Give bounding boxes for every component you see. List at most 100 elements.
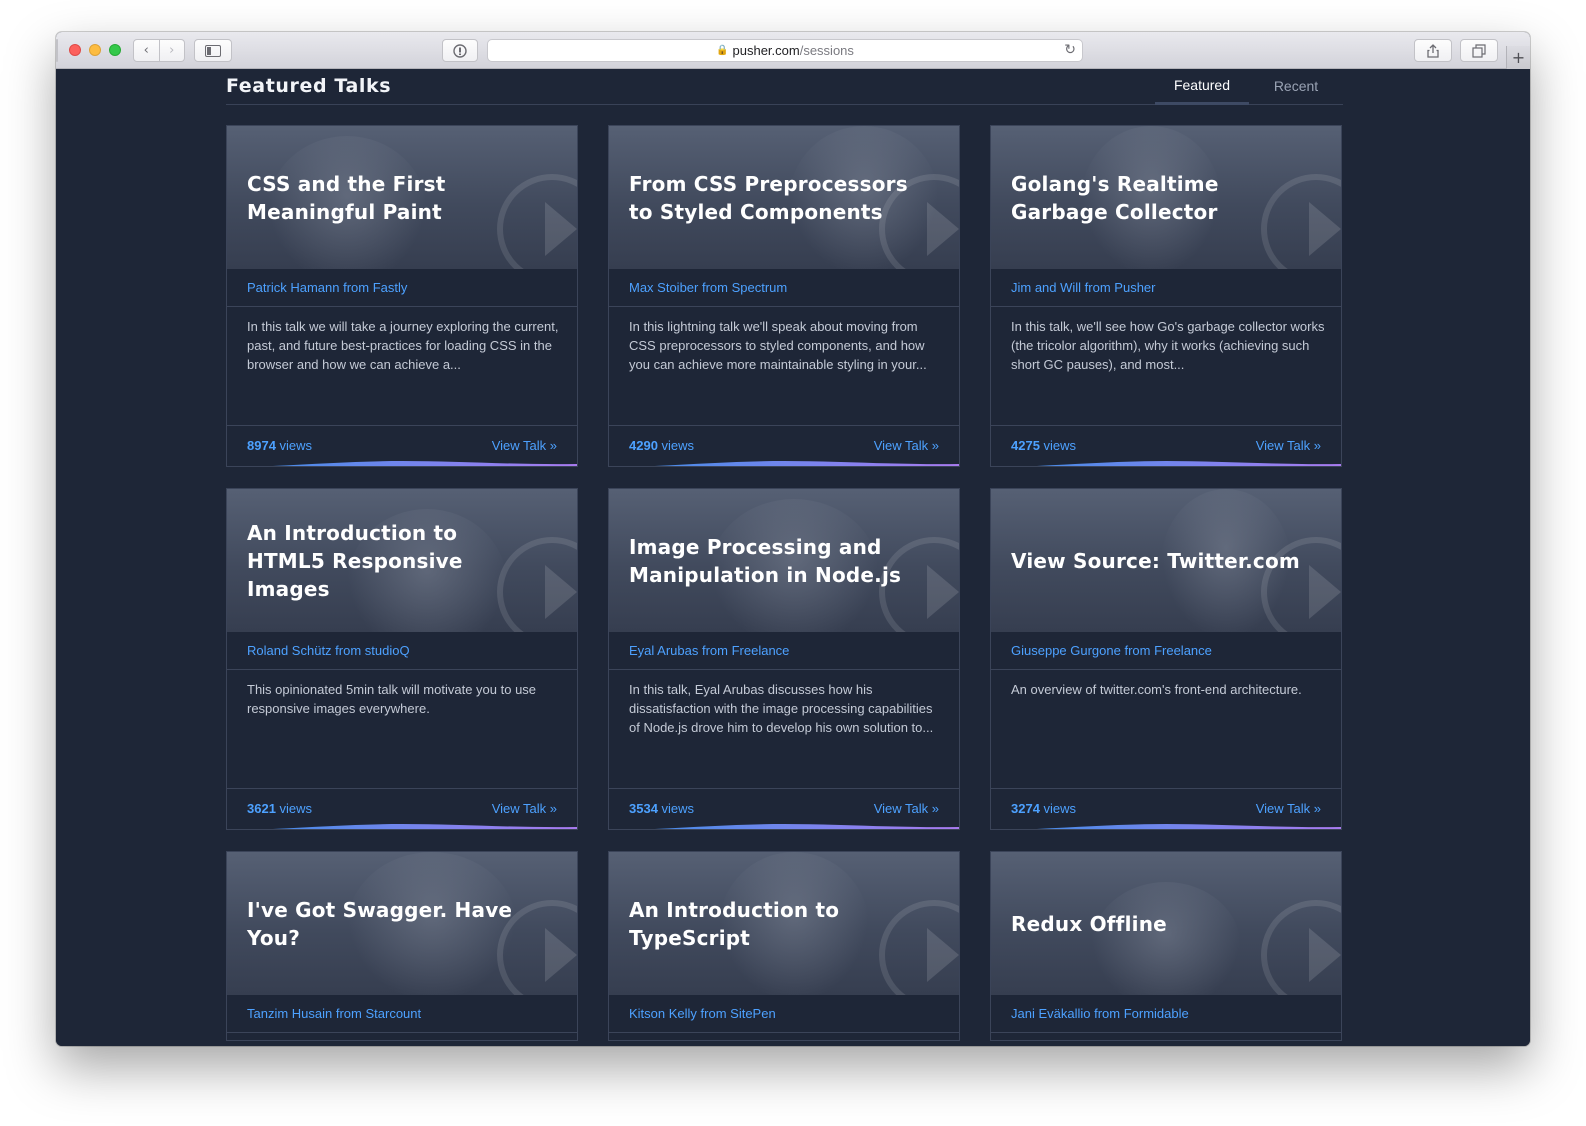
view-word: views <box>279 438 313 453</box>
play-triangle <box>1309 565 1341 619</box>
talk-speaker[interactable]: Roland Schütz from studioQ <box>227 632 577 670</box>
zoom-window-button[interactable] <box>109 44 121 56</box>
share-icon[interactable] <box>1414 39 1452 62</box>
talk-title: CSS and the First Meaningful Paint <box>247 171 446 224</box>
play-triangle <box>1309 928 1341 982</box>
play-triangle <box>927 565 959 619</box>
card-footer: 4275 views View Talk » <box>991 425 1341 466</box>
view-word: views <box>1043 438 1077 453</box>
view-number: 3621 <box>247 801 276 816</box>
talk-description: In this talk we will take a journey expl… <box>247 319 559 372</box>
talk-thumbnail[interactable]: I've Got Swagger. Have You? <box>227 852 577 995</box>
talk-speaker[interactable]: Giuseppe Gurgone from Freelance <box>991 632 1341 670</box>
chevron-right-icon[interactable]: › <box>159 39 185 62</box>
talk-thumbnail[interactable]: An Introduction to TypeScript <box>609 852 959 995</box>
share-icon[interactable] <box>56 39 58 62</box>
talk-description: This opinionated 5min talk will motivate… <box>247 682 537 716</box>
card-footer: 3274 views View Talk » <box>991 788 1341 829</box>
view-talk-link[interactable]: View Talk » <box>492 801 557 816</box>
url-path: /sessions <box>799 43 854 58</box>
view-talk-link[interactable]: View Talk » <box>874 801 939 816</box>
talk-thumbnail[interactable]: From CSS Preprocessors to Styled Compone… <box>609 126 959 269</box>
card-wave <box>1036 461 1341 466</box>
browser-window: ‹ › 🔒 pusher.com/sessions ↻ + Featured T… <box>56 32 1530 1046</box>
reader-icon[interactable] <box>442 39 478 62</box>
talk-description: An overview of twitter.com's front-end a… <box>1011 682 1302 697</box>
talk-title: Image Processing and Manipulation in Nod… <box>629 534 902 587</box>
talk-title: I've Got Swagger. Have You? <box>247 897 513 950</box>
tab-featured[interactable]: Featured <box>1155 69 1249 105</box>
talk-card[interactable]: I've Got Swagger. Have You? Tanzim Husai… <box>226 851 578 1041</box>
talk-thumbnail[interactable]: Redux Offline <box>991 852 1341 995</box>
tabs-icon[interactable] <box>1460 39 1498 62</box>
talk-card[interactable]: Image Processing and Manipulation in Nod… <box>608 488 960 830</box>
talk-title: An Introduction to TypeScript <box>629 897 840 950</box>
close-window-button[interactable] <box>69 44 81 56</box>
play-triangle <box>927 928 959 982</box>
view-count: 3621 views <box>247 801 312 816</box>
url-host: pusher.com <box>732 43 800 58</box>
talk-thumbnail[interactable]: Golang's Realtime Garbage Collector <box>991 126 1341 269</box>
talk-title: Golang's Realtime Garbage Collector <box>1011 171 1219 224</box>
view-count: 3534 views <box>629 801 694 816</box>
talk-speaker[interactable]: Jani Eväkallio from Formidable <box>991 995 1341 1033</box>
view-talk-link[interactable]: View Talk » <box>1256 801 1321 816</box>
talk-title: Redux Offline <box>1011 911 1167 936</box>
address-bar[interactable]: 🔒 pusher.com/sessions ↻ <box>487 39 1083 62</box>
talk-card[interactable]: Golang's Realtime Garbage Collector Jim … <box>990 125 1342 467</box>
talk-tabs: Featured Recent <box>1155 69 1343 105</box>
play-triangle <box>545 565 577 619</box>
section-header: Featured Talks Featured Recent <box>226 69 1343 105</box>
talk-card[interactable]: An Introduction to TypeScript Kitson Kel… <box>608 851 960 1041</box>
view-talk-link[interactable]: View Talk » <box>874 438 939 453</box>
talk-speaker[interactable]: Max Stoiber from Spectrum <box>609 269 959 307</box>
view-number: 3274 <box>1011 801 1040 816</box>
talk-card[interactable]: An Introduction to HTML5 Responsive Imag… <box>226 488 578 830</box>
page-content: Featured Talks Featured Recent CSS and t… <box>56 69 1530 1046</box>
browser-toolbar: ‹ › 🔒 pusher.com/sessions ↻ + <box>56 32 1530 69</box>
view-number: 8974 <box>247 438 276 453</box>
talk-card[interactable]: View Source: Twitter.com Giuseppe Gurgon… <box>990 488 1342 830</box>
history-nav: ‹ › <box>133 39 185 62</box>
talk-speaker[interactable]: Patrick Hamann from Fastly <box>227 269 577 307</box>
view-count: 4290 views <box>629 438 694 453</box>
talk-thumbnail[interactable]: View Source: Twitter.com <box>991 489 1341 632</box>
tab-recent[interactable]: Recent <box>1249 69 1343 105</box>
chevron-left-icon[interactable]: ‹ <box>133 39 160 62</box>
talk-card[interactable]: From CSS Preprocessors to Styled Compone… <box>608 125 960 467</box>
card-footer: 4290 views View Talk » <box>609 425 959 466</box>
talk-description: In this talk, Eyal Arubas discusses how … <box>629 682 934 735</box>
card-footer: 3621 views View Talk » <box>227 788 577 829</box>
plus-icon[interactable]: + <box>1506 46 1530 69</box>
card-wave <box>654 824 959 829</box>
view-talk-link[interactable]: View Talk » <box>1256 438 1321 453</box>
view-number: 4290 <box>629 438 658 453</box>
talk-card[interactable]: CSS and the First Meaningful Paint Patri… <box>226 125 578 467</box>
talk-thumbnail[interactable]: Image Processing and Manipulation in Nod… <box>609 489 959 632</box>
page-title: Featured Talks <box>226 75 392 97</box>
talk-speaker[interactable]: Jim and Will from Pusher <box>991 269 1341 307</box>
talk-description: In this lightning talk we'll speak about… <box>629 319 927 372</box>
minimize-window-button[interactable] <box>89 44 101 56</box>
play-triangle <box>545 202 577 256</box>
play-triangle <box>545 928 577 982</box>
talk-thumbnail[interactable]: An Introduction to HTML5 Responsive Imag… <box>227 489 577 632</box>
sidebar-icon[interactable] <box>194 39 232 62</box>
reload-icon[interactable]: ↻ <box>1064 42 1076 58</box>
view-word: views <box>661 438 695 453</box>
view-number: 4275 <box>1011 438 1040 453</box>
talk-thumbnail[interactable]: CSS and the First Meaningful Paint <box>227 126 577 269</box>
lock-icon: 🔒 <box>716 45 729 56</box>
view-count: 4275 views <box>1011 438 1076 453</box>
play-triangle <box>927 202 959 256</box>
talk-speaker[interactable]: Eyal Arubas from Freelance <box>609 632 959 670</box>
talk-speaker[interactable]: Tanzim Husain from Starcount <box>227 995 577 1033</box>
card-wave <box>272 824 577 829</box>
talk-title: An Introduction to HTML5 Responsive Imag… <box>247 520 463 601</box>
view-talk-link[interactable]: View Talk » <box>492 438 557 453</box>
card-wave <box>272 461 577 466</box>
view-word: views <box>279 801 313 816</box>
talk-card[interactable]: Redux Offline Jani Eväkallio from Formid… <box>990 851 1342 1041</box>
talk-speaker[interactable]: Kitson Kelly from SitePen <box>609 995 959 1033</box>
view-word: views <box>661 801 695 816</box>
